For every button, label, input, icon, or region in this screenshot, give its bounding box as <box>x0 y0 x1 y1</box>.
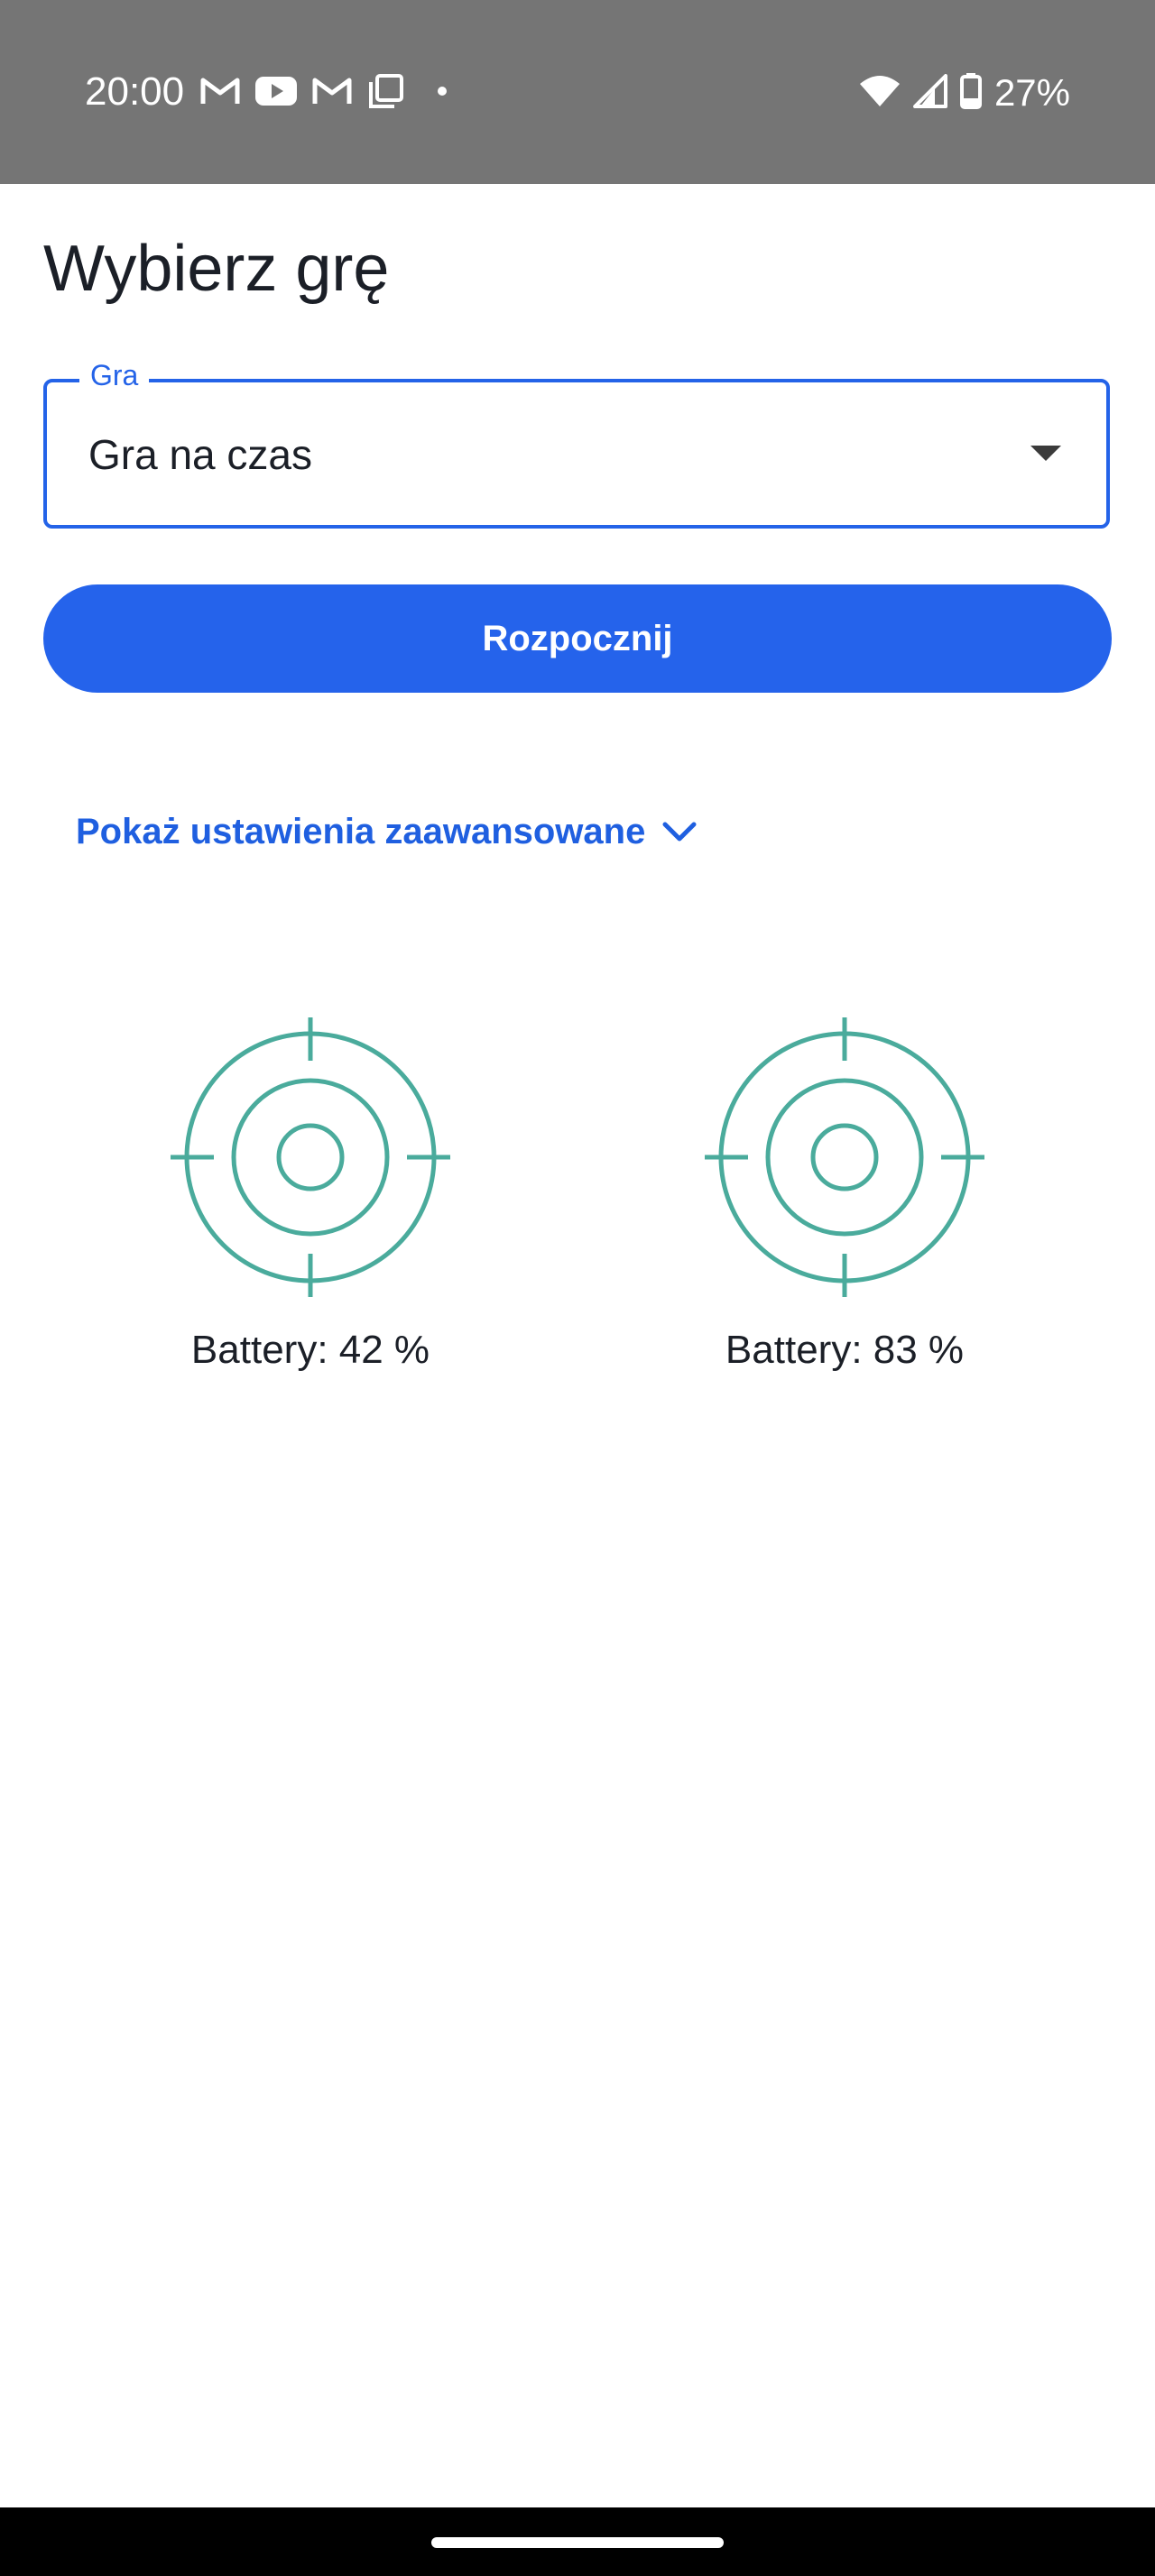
game-select[interactable]: Gra Gra na czas <box>43 355 1110 529</box>
notification-icons <box>200 72 448 114</box>
target-icon <box>655 1017 1034 1297</box>
device-battery-label: Battery: 42 % <box>190 1328 430 1372</box>
page-title: Wybierz grę <box>43 233 390 305</box>
advanced-settings-label: Pokaż ustawienia zaawansowane <box>76 811 646 851</box>
copy-icon <box>366 73 404 114</box>
chevron-down-icon <box>661 821 698 842</box>
gmail-icon <box>312 76 352 111</box>
dot-icon <box>437 85 448 101</box>
status-time: 20:00 <box>85 69 185 114</box>
dropdown-arrow-icon[interactable] <box>1030 446 1061 461</box>
advanced-settings-toggle[interactable]: Pokaż ustawienia zaawansowane <box>76 805 698 859</box>
game-select-value: Gra na czas <box>88 431 312 478</box>
target-icon <box>121 1017 500 1297</box>
start-button[interactable]: Rozpocznij <box>43 584 1112 693</box>
device-battery-label: Battery: 83 % <box>725 1328 965 1372</box>
game-select-label: Gra <box>79 355 150 395</box>
system-icons: 27% <box>859 70 1070 115</box>
cellular-signal-icon <box>912 73 947 113</box>
battery-icon <box>959 72 982 114</box>
device-card[interactable]: Battery: 42 % <box>121 1017 500 1375</box>
battery-percent: 27% <box>993 71 1070 114</box>
home-indicator[interactable] <box>431 2537 724 2548</box>
wifi-icon <box>859 75 901 112</box>
gmail-icon <box>200 76 240 111</box>
youtube-icon <box>254 75 298 112</box>
status-bar: 20:00 27% <box>0 0 1155 184</box>
device-card[interactable]: Battery: 83 % <box>655 1017 1034 1375</box>
